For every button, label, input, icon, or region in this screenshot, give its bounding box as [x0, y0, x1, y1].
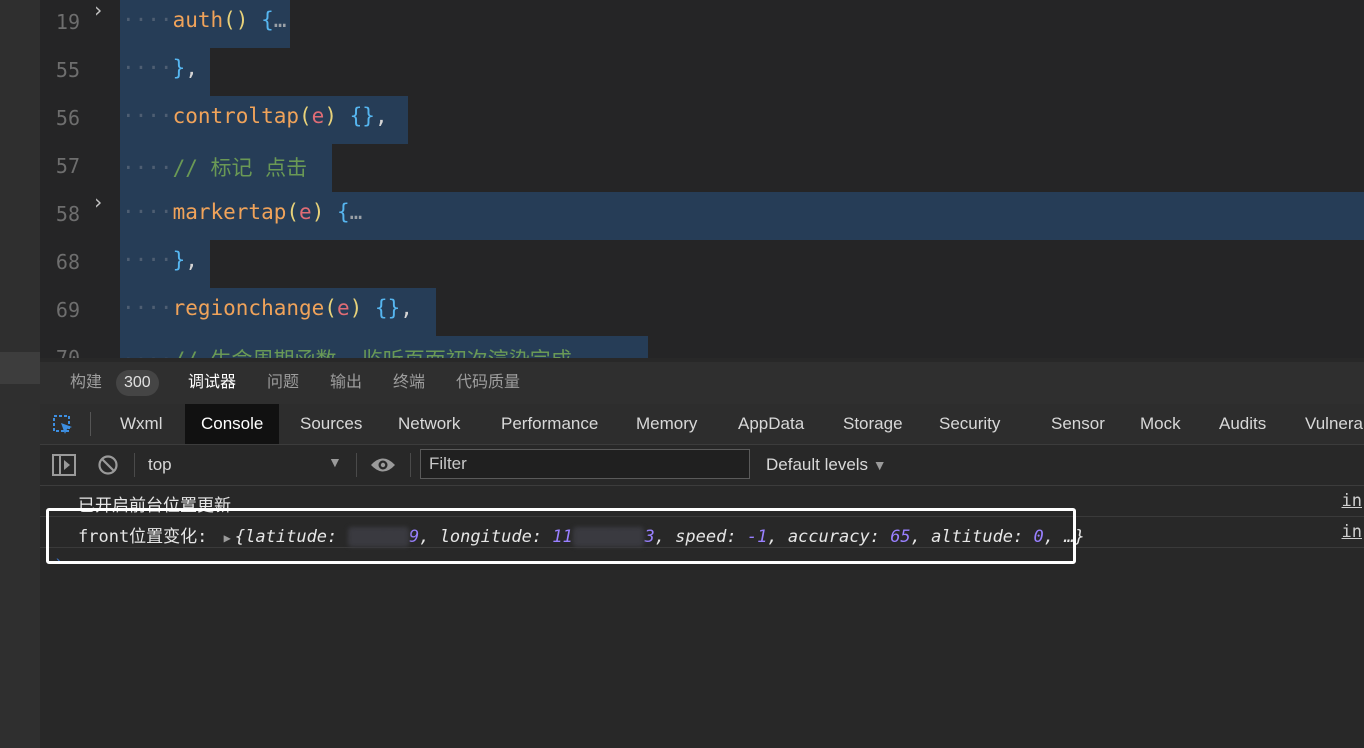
tab-vulnerability[interactable]: Vulnera — [1305, 404, 1363, 444]
tab-debugger[interactable]: 调试器 — [188, 362, 236, 404]
tab-problems[interactable]: 问题 — [267, 362, 299, 404]
build-count-badge: 300 — [116, 370, 159, 396]
code-editor[interactable]: 19 › ····auth() {… 55 ····}, 56 ····cont… — [40, 0, 1364, 358]
tab-wxml[interactable]: Wxml — [120, 404, 162, 444]
line-number: 56 — [55, 106, 80, 130]
code-line[interactable]: 19 › ····auth() {… — [40, 0, 1364, 48]
activity-strip — [0, 0, 40, 748]
console-source-link[interactable]: in — [1342, 491, 1362, 511]
code-line[interactable]: 58 › ····markertap(e) {… — [40, 190, 1364, 240]
context-select[interactable]: top — [148, 453, 348, 477]
eye-icon[interactable] — [370, 456, 396, 474]
tab-audits[interactable]: Audits — [1219, 404, 1266, 444]
console-message[interactable]: 已开启前台位置更新 in — [40, 486, 1364, 517]
line-number: 70 — [55, 346, 80, 358]
redacted-value: 3.4567 — [347, 527, 409, 547]
tab-terminal[interactable]: 终端 — [393, 362, 425, 404]
redacted-value: 3.45678 — [572, 527, 645, 547]
toolbar-divider — [410, 453, 411, 477]
clear-console-icon[interactable] — [97, 454, 119, 476]
panel-tab-bar: 构建 300 调试器 问题 输出 终端 代码质量 — [40, 362, 1364, 404]
code-text: ····// 生命周期函数--监听页面初次渲染完成 — [122, 344, 572, 358]
console-message-text: 已开启前台位置更新 — [78, 496, 231, 515]
message-prefix: front位置变化: — [78, 527, 208, 547]
code-line[interactable]: 70 ····// 生命周期函数--监听页面初次渲染完成 — [40, 336, 1364, 358]
tab-mock[interactable]: Mock — [1140, 404, 1181, 444]
expand-triangle-icon[interactable]: ▶ — [218, 531, 235, 545]
line-number: 68 — [55, 250, 80, 274]
activity-strip-marker — [0, 352, 40, 384]
tab-security[interactable]: Security — [939, 404, 1000, 444]
code-text: ····controltap(e) {}, — [122, 104, 388, 128]
tab-code-quality[interactable]: 代码质量 — [456, 362, 520, 404]
dropdown-arrow-icon[interactable]: ▼ — [328, 454, 342, 470]
line-number: 19 — [55, 10, 80, 34]
toolbar-divider — [134, 453, 135, 477]
code-line[interactable]: 57 ····// 标记 点击 — [40, 144, 1364, 192]
line-number: 55 — [55, 58, 80, 82]
sidebar-toggle-icon[interactable] — [52, 454, 76, 476]
console-output[interactable]: 已开启前台位置更新 in front位置变化: ▶ {latitude: 3.45… — [40, 486, 1364, 748]
log-levels-label: Default levels — [766, 455, 869, 474]
dropdown-arrow-icon: ▼ — [872, 457, 887, 473]
code-text: ····// 标记 点击 — [122, 156, 308, 180]
chevron-right-icon[interactable]: › — [92, 0, 104, 22]
tab-console[interactable]: Console — [185, 404, 280, 444]
inspect-element-icon[interactable] — [52, 414, 74, 436]
console-prompt-icon[interactable]: › — [56, 552, 61, 568]
editor-background — [210, 48, 1364, 96]
tab-storage[interactable]: Storage — [843, 404, 903, 444]
log-levels-dropdown[interactable]: Default levels ▼ — [766, 445, 887, 485]
code-text: ····}, — [122, 248, 198, 272]
code-line[interactable]: 69 ····regionchange(e) {}, — [40, 288, 1364, 336]
console-message-text: front位置变化: ▶ {latitude: 3.45679, longitud… — [78, 522, 1085, 547]
code-text: ····regionchange(e) {}, — [122, 296, 413, 320]
line-number: 58 — [55, 202, 80, 226]
code-text: ····}, — [122, 56, 198, 80]
tab-appdata[interactable]: AppData — [738, 404, 804, 444]
console-source-link[interactable]: in — [1342, 522, 1362, 542]
tab-performance[interactable]: Performance — [501, 404, 598, 444]
tab-sources[interactable]: Sources — [300, 404, 362, 444]
line-number: 69 — [55, 298, 80, 322]
tab-memory[interactable]: Memory — [636, 404, 697, 444]
line-number: 57 — [55, 154, 80, 178]
code-line[interactable]: 56 ····controltap(e) {}, — [40, 96, 1364, 144]
toolbar-divider — [90, 412, 91, 436]
console-message[interactable]: front位置变化: ▶ {latitude: 3.45679, longitud… — [40, 517, 1364, 548]
code-text: ····auth() {… — [122, 8, 287, 32]
code-line[interactable]: 68 ····}, — [40, 240, 1364, 288]
chevron-right-icon[interactable]: › — [92, 190, 104, 214]
tab-build[interactable]: 构建 — [70, 362, 102, 404]
code-text: ····markertap(e) {… — [122, 200, 363, 224]
tab-sensor[interactable]: Sensor — [1051, 404, 1105, 444]
logged-object[interactable]: {latitude: 3.45679, longitude: 113.45678… — [235, 527, 1085, 547]
code-line[interactable]: 55 ····}, — [40, 48, 1364, 96]
console-toolbar: top ▼ Default levels ▼ — [40, 445, 1364, 486]
toolbar-divider — [356, 453, 357, 477]
tab-output[interactable]: 输出 — [330, 362, 362, 404]
filter-input[interactable] — [420, 449, 750, 479]
tab-network[interactable]: Network — [398, 404, 460, 444]
devtools-tab-bar: Wxml Console Sources Network Performance… — [40, 404, 1364, 445]
